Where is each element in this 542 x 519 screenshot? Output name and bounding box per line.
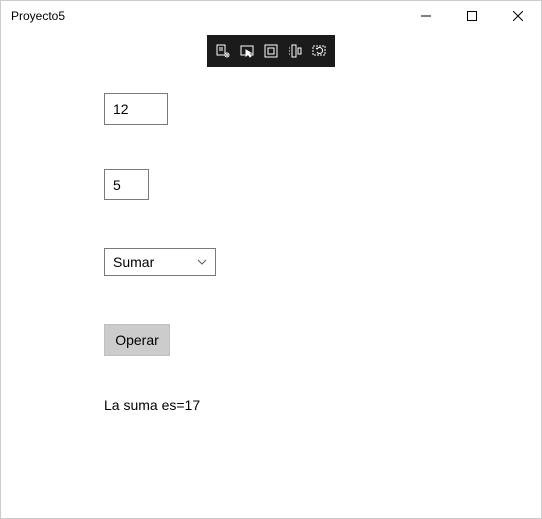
result-label: La suma es=17: [104, 397, 200, 413]
minimize-icon: [421, 11, 431, 21]
maximize-button[interactable]: [449, 1, 495, 31]
operation-selected: Sumar: [113, 254, 154, 270]
operation-combobox[interactable]: Sumar: [104, 248, 216, 276]
window-title: Proyecto5: [11, 9, 65, 23]
window-controls: [403, 1, 541, 31]
maximize-icon: [467, 11, 477, 21]
number2-input[interactable]: [104, 169, 149, 200]
close-button[interactable]: [495, 1, 541, 31]
client-area: Sumar Operar La suma es=17: [1, 31, 541, 518]
chevron-down-icon: [195, 255, 209, 269]
operate-button[interactable]: Operar: [104, 324, 170, 356]
titlebar: Proyecto5: [1, 1, 541, 31]
number1-input[interactable]: [104, 93, 168, 125]
minimize-button[interactable]: [403, 1, 449, 31]
operate-button-label: Operar: [115, 332, 159, 348]
close-icon: [513, 11, 523, 21]
